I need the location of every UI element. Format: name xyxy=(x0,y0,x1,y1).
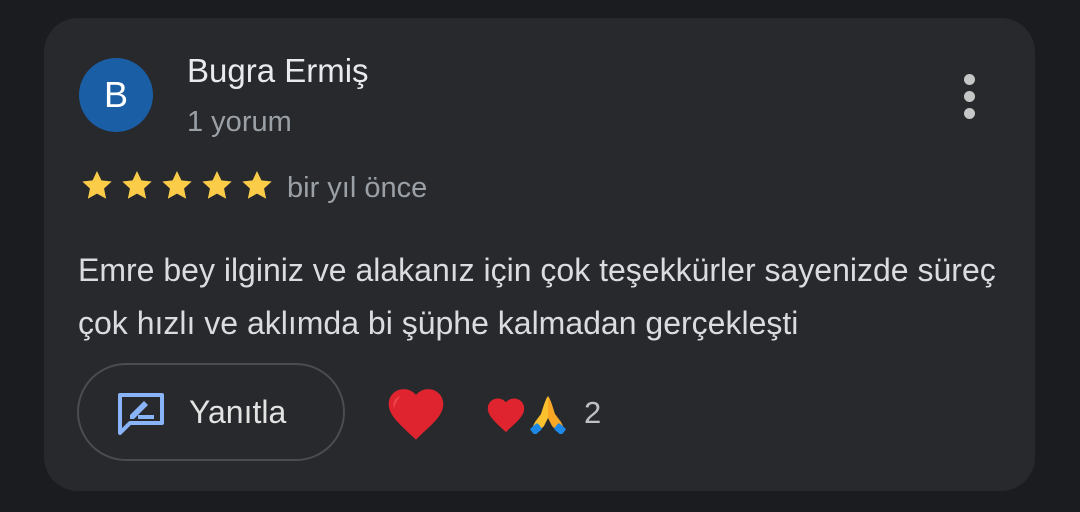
review-time: bir yıl önce xyxy=(287,172,428,204)
avatar[interactable]: B xyxy=(79,58,153,132)
more-options-dot xyxy=(963,107,975,119)
author-review-count: 1 yorum xyxy=(187,106,292,138)
review-card: B Bugra Ermiş 1 yorum bir yıl önce Emre … xyxy=(44,18,1035,491)
more-options-button[interactable] xyxy=(949,68,989,124)
reply-icon xyxy=(116,391,166,442)
star-icon xyxy=(198,168,236,204)
heart-icon xyxy=(487,398,525,433)
react-heart-button[interactable] xyxy=(383,381,449,446)
more-options-dot xyxy=(963,90,975,102)
star-icon xyxy=(118,168,156,204)
star-icon xyxy=(158,168,196,204)
more-options-icon xyxy=(963,73,975,85)
author-name[interactable]: Bugra Ermiş xyxy=(187,52,369,90)
star-rating xyxy=(78,168,276,204)
avatar-letter: B xyxy=(103,74,128,115)
reactions-summary[interactable]: 2 xyxy=(484,392,601,434)
heart-icon xyxy=(388,389,444,440)
praying-hands-icon xyxy=(530,396,566,434)
reply-button[interactable]: Yanıtla xyxy=(77,363,345,461)
star-icon xyxy=(78,168,116,204)
review-text: Emre bey ilginiz ve alakanız için çok te… xyxy=(78,252,996,341)
reaction-count: 2 xyxy=(584,395,602,430)
star-icon xyxy=(238,168,276,204)
reply-label: Yanıtla xyxy=(189,394,287,430)
